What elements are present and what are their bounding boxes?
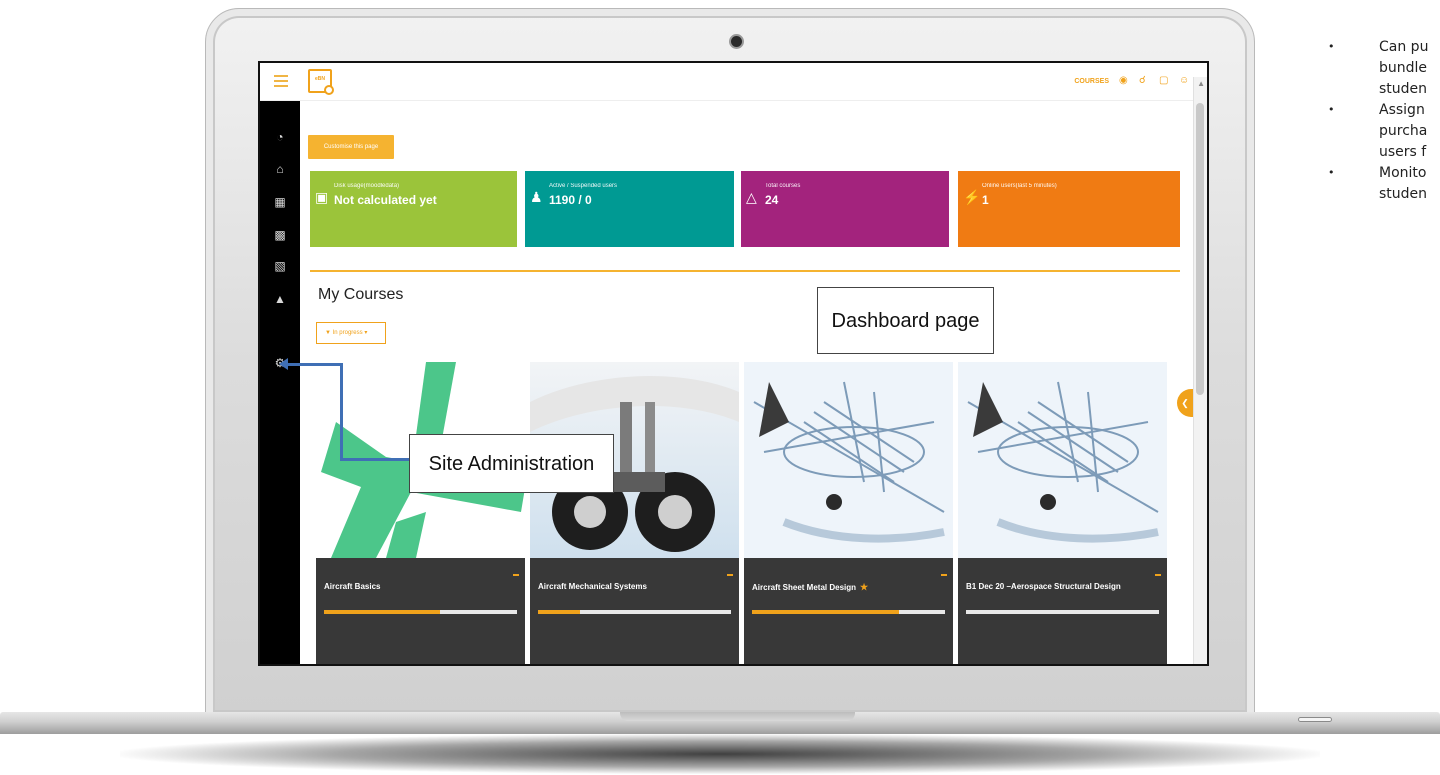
graduation-cap-icon[interactable]: ▲ <box>272 291 288 307</box>
laptop-notch <box>620 712 855 721</box>
section-divider <box>310 270 1180 272</box>
scroll-up-icon[interactable]: ▲ <box>1197 79 1205 88</box>
files-icon[interactable]: ▧ <box>272 258 288 274</box>
stat-label: Total courses <box>765 183 801 189</box>
home-icon[interactable]: ⌂ <box>272 161 288 177</box>
arrow-head-icon <box>279 358 288 370</box>
site-administration-callout: Site Administration <box>409 434 614 493</box>
connector-line <box>340 458 410 461</box>
stat-card-users: ♟ Active / Suspended users 1190 / 0 <box>525 171 734 247</box>
course-card[interactable]: Aircraft Sheet Metal Design ★ <box>744 362 953 664</box>
bullet-text: purcha <box>1379 123 1428 139</box>
laptop-screen: eBN COURSES ◉ ☌ ▢ ☺ ◔ ⌂ ▦ ▩ ▧ ▲ ⚙ Custom… <box>258 61 1209 666</box>
star-icon[interactable]: ★ <box>860 582 868 592</box>
dashboard-page-callout: Dashboard page <box>817 287 994 354</box>
logo-badge-icon <box>324 85 334 95</box>
course-card[interactable]: Aircraft Mechanical Systems <box>530 362 739 664</box>
stat-label: Active / Suspended users <box>549 183 618 189</box>
stat-label: Online users(last 5 minutes) <box>982 183 1057 189</box>
course-menu-icon[interactable] <box>513 574 519 576</box>
course-progress-bar <box>538 610 731 614</box>
course-name[interactable]: B1 Dec 20 –Aerospace Structural Design <box>966 582 1121 591</box>
sidebar: ◔ ⌂ ▦ ▩ ▧ ▲ ⚙ <box>260 101 300 664</box>
course-image-sheet-metal <box>744 362 953 558</box>
course-footer: B1 Dec 20 –Aerospace Structural Design <box>958 558 1167 664</box>
course-name-text: Aircraft Sheet Metal Design <box>752 583 857 592</box>
laptop-led <box>1298 717 1332 722</box>
bullet-text: studen <box>1379 186 1428 202</box>
users-icon: ♟ <box>530 189 543 205</box>
bullet-line: Assign <box>1324 100 1440 120</box>
filter-label: In progress <box>332 330 363 336</box>
page-scrollbar[interactable]: ▲ <box>1193 77 1207 664</box>
bullet-line: Monito <box>1324 163 1440 183</box>
database-icon[interactable]: ▩ <box>272 227 288 243</box>
courses-link[interactable]: COURSES <box>1074 78 1109 85</box>
plug-icon: ⚡ <box>963 189 981 205</box>
course-image-structural-design <box>958 362 1167 558</box>
course-name[interactable]: Aircraft Basics <box>324 582 380 591</box>
bullet-line-cont: studen <box>1324 79 1440 99</box>
course-card[interactable]: Aircraft Basics <box>316 362 525 664</box>
course-progress-bar <box>752 610 945 614</box>
inbox-icon: ▣ <box>315 189 329 205</box>
scrollbar-thumb[interactable] <box>1196 103 1204 395</box>
camera-icon <box>731 36 742 47</box>
message-icon[interactable]: ▢ <box>1159 76 1169 86</box>
course-name[interactable]: Aircraft Mechanical Systems <box>538 582 647 591</box>
customize-page-button[interactable]: Customise this page <box>308 135 394 159</box>
user-avatar-icon[interactable]: ☺ <box>1179 76 1189 86</box>
course-card[interactable]: B1 Dec 20 –Aerospace Structural Design <box>958 362 1167 664</box>
bullet-line-cont: bundle <box>1324 58 1440 78</box>
dashboard-content: Customise this page ▣ Disk usage(moodled… <box>300 101 1197 664</box>
bullet-text: users f <box>1379 144 1427 160</box>
course-menu-icon[interactable] <box>941 574 947 576</box>
bullet-line-cont: studen <box>1324 184 1440 204</box>
course-menu-icon[interactable] <box>727 574 733 576</box>
filter-icon: ▼ <box>325 330 331 336</box>
dashboard-icon[interactable]: ◔ <box>272 129 288 145</box>
bullet-line: Can pu <box>1324 37 1440 57</box>
connector-line <box>340 363 343 461</box>
course-footer: Aircraft Mechanical Systems <box>530 558 739 664</box>
course-filter-dropdown[interactable]: ▼ In progress ▾ <box>316 322 386 344</box>
course-name[interactable]: Aircraft Sheet Metal Design ★ <box>752 582 868 593</box>
navbar-actions: COURSES ◉ ☌ ▢ ☺ <box>1074 76 1189 86</box>
top-navbar: eBN COURSES ◉ ☌ ▢ ☺ <box>260 63 1207 101</box>
my-courses-title: My Courses <box>318 286 404 303</box>
graduation-cap-icon: △ <box>746 189 757 205</box>
stat-card-disk-usage: ▣ Disk usage(moodledata) Not calculated … <box>310 171 517 247</box>
stat-value: Not calculated yet <box>334 193 437 207</box>
feature-bullet-list: Can pu bundle studen Assign purcha users… <box>1324 37 1440 205</box>
stat-value: 1190 / 0 <box>549 193 592 207</box>
bell-icon[interactable]: ☌ <box>1139 76 1149 86</box>
progress-fill <box>324 610 440 614</box>
globe-icon[interactable]: ◉ <box>1119 76 1129 86</box>
connector-line <box>286 363 343 366</box>
bullet-line-cont: users f <box>1324 142 1440 162</box>
course-menu-icon[interactable] <box>1155 574 1161 576</box>
laptop-shadow <box>120 734 1320 774</box>
course-progress-bar <box>966 610 1159 614</box>
bullet-text: bundle <box>1379 60 1428 76</box>
stat-value: 1 <box>982 193 989 207</box>
hamburger-menu-icon[interactable] <box>274 75 288 87</box>
course-footer: Aircraft Sheet Metal Design ★ <box>744 558 953 664</box>
calendar-icon[interactable]: ▦ <box>272 194 288 210</box>
chevron-down-icon: ▾ <box>364 330 368 336</box>
stat-label: Disk usage(moodledata) <box>334 183 400 189</box>
course-progress-bar <box>324 610 517 614</box>
progress-fill <box>538 610 581 614</box>
bullet-line-cont: purcha <box>1324 121 1440 141</box>
course-footer: Aircraft Basics <box>316 558 525 664</box>
stat-card-online-users: ⚡ Online users(last 5 minutes) 1 <box>958 171 1180 247</box>
stat-value: 24 <box>765 193 779 207</box>
stat-card-courses: △ Total courses 24 <box>741 171 949 247</box>
progress-fill <box>752 610 899 614</box>
bullet-text: studen <box>1379 81 1428 97</box>
